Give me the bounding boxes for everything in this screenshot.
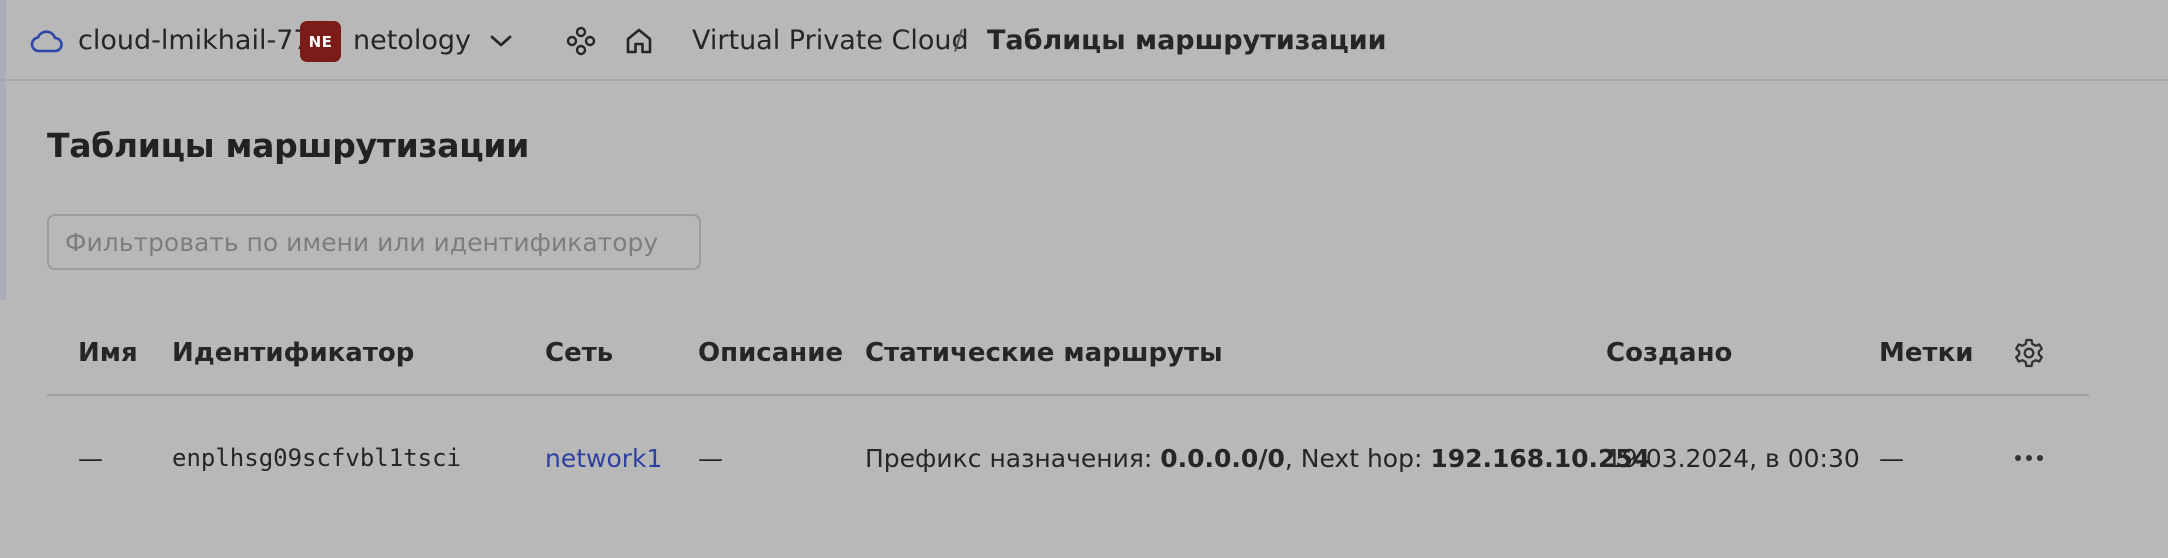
breadcrumb-separator: / <box>954 25 964 56</box>
route-hop-label: , Next hop: <box>1284 443 1423 473</box>
column-header-static-routes[interactable]: Статические маршруты <box>865 331 1223 375</box>
breadcrumb-service[interactable]: Virtual Private Cloud <box>692 0 969 81</box>
cell-description: — <box>698 443 723 473</box>
cell-created: 19.03.2024, в 00:30 <box>1606 443 1860 473</box>
org-badge[interactable]: NE <box>300 21 341 62</box>
column-header-labels[interactable]: Метки <box>1879 331 1973 375</box>
cloud-icon[interactable] <box>28 0 64 81</box>
cell-network-link[interactable]: network1 <box>545 436 662 480</box>
column-header-created[interactable]: Создано <box>1606 331 1732 375</box>
cloud-name[interactable]: cloud-lmikhail-77 <box>78 0 311 81</box>
page-title: Таблицы маршрутизации <box>47 126 530 165</box>
route-prefix-value: 0.0.0.0/0 <box>1160 443 1285 473</box>
gear-icon[interactable] <box>2012 333 2046 373</box>
more-actions-icon[interactable] <box>2010 440 2048 476</box>
cell-name: — <box>78 443 103 473</box>
app-root: cloud-lmikhail-77 NE netology Virtual Pr… <box>0 0 2168 558</box>
table-header-divider <box>47 394 2089 396</box>
route-prefix-label: Префикс назначения: <box>865 443 1153 473</box>
nodes-icon[interactable] <box>562 0 600 81</box>
filter-input[interactable] <box>47 214 701 270</box>
column-header-name[interactable]: Имя <box>78 331 138 375</box>
column-header-network[interactable]: Сеть <box>545 331 613 375</box>
breadcrumb-current: Таблицы маршрутизации <box>987 25 1387 56</box>
org-name[interactable]: netology <box>353 0 471 81</box>
cell-id[interactable]: enplhsg09scfvbl1tsci <box>172 436 461 480</box>
top-header: cloud-lmikhail-77 NE netology Virtual Pr… <box>0 0 2168 81</box>
cell-labels: — <box>1879 443 1904 473</box>
chevron-down-icon[interactable] <box>484 0 518 81</box>
cell-static-routes: Префикс назначения: 0.0.0.0/0, Next hop:… <box>865 436 1650 480</box>
column-header-id[interactable]: Идентификатор <box>172 331 414 375</box>
home-icon[interactable] <box>620 0 658 81</box>
column-header-description[interactable]: Описание <box>698 331 843 375</box>
